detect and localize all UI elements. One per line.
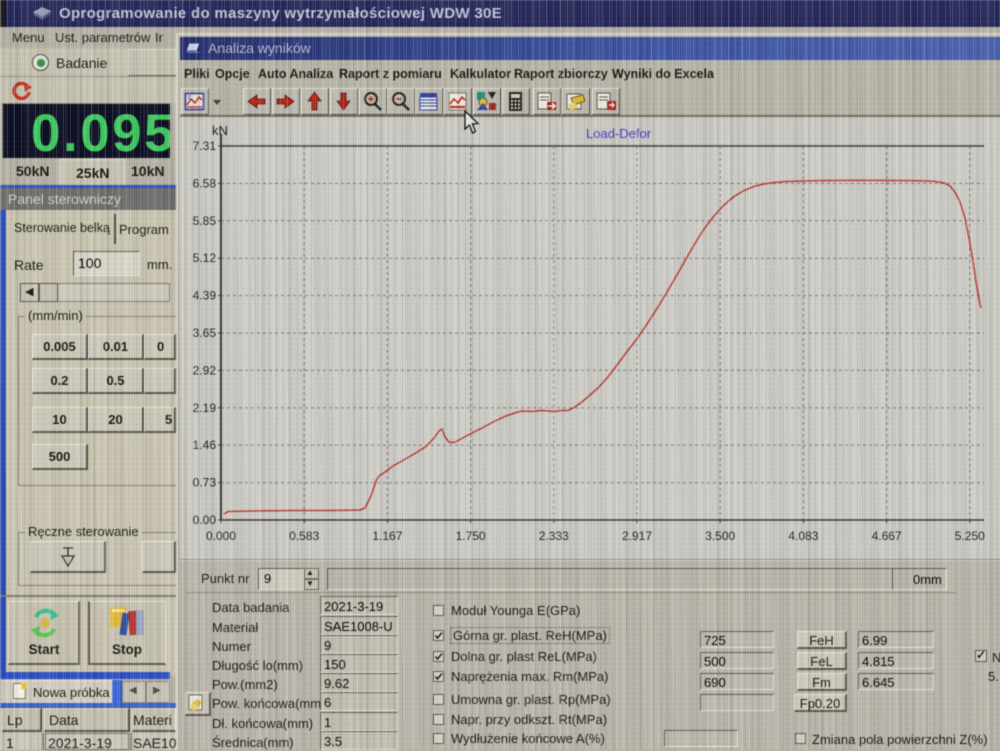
svg-text:6.58: 6.58 bbox=[193, 176, 217, 190]
svg-text:1.750: 1.750 bbox=[456, 529, 486, 543]
svg-text:5.12: 5.12 bbox=[193, 251, 217, 265]
svg-text:2.333: 2.333 bbox=[539, 529, 569, 543]
svg-text:0.73: 0.73 bbox=[193, 476, 217, 490]
svg-text:0.000: 0.000 bbox=[206, 529, 236, 543]
svg-text:4.083: 4.083 bbox=[788, 529, 818, 543]
svg-text:3.500: 3.500 bbox=[705, 529, 735, 543]
svg-text:4.39: 4.39 bbox=[193, 289, 217, 303]
svg-text:2.917: 2.917 bbox=[622, 529, 652, 543]
svg-text:7.31: 7.31 bbox=[193, 139, 217, 153]
svg-text:5.250: 5.250 bbox=[955, 529, 985, 543]
svg-text:1.167: 1.167 bbox=[372, 529, 402, 543]
svg-text:2.92: 2.92 bbox=[193, 363, 217, 377]
svg-text:2.19: 2.19 bbox=[193, 401, 217, 415]
svg-text:0.583: 0.583 bbox=[289, 529, 319, 543]
svg-text:3.65: 3.65 bbox=[193, 326, 217, 340]
svg-text:5.85: 5.85 bbox=[193, 214, 217, 228]
svg-text:4.667: 4.667 bbox=[872, 529, 902, 543]
svg-text:1.46: 1.46 bbox=[193, 438, 217, 452]
svg-text:0.00: 0.00 bbox=[193, 513, 217, 527]
